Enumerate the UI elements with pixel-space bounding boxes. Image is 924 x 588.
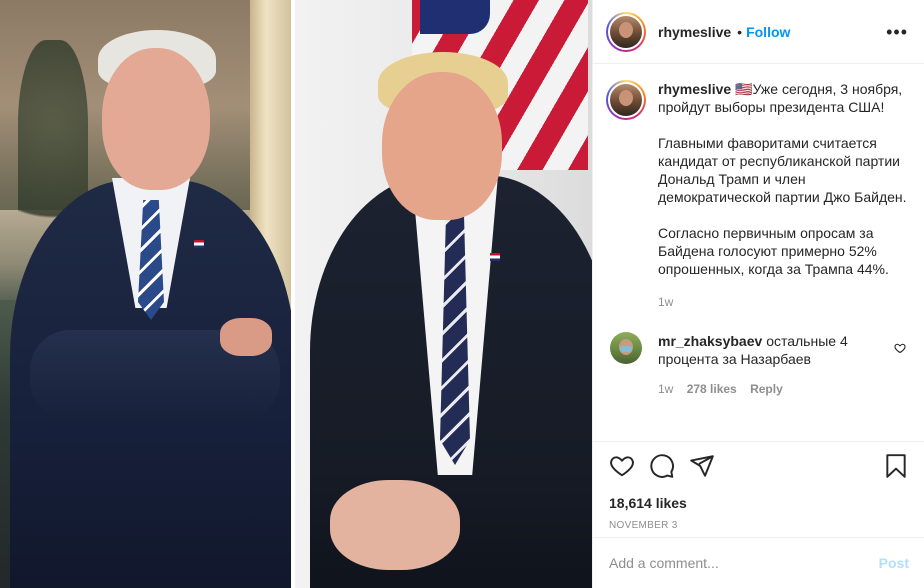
action-icons — [609, 454, 909, 478]
caption-avatar[interactable] — [606, 80, 646, 120]
post-button[interactable]: Post — [879, 555, 909, 571]
flag-pin-icon — [490, 253, 500, 261]
us-flag-canton — [420, 0, 490, 34]
photo-left-panel — [0, 0, 291, 588]
left-person-hand — [220, 318, 272, 356]
commenter-avatar[interactable] — [610, 332, 642, 364]
comment-body: mr_zhaksybaev остальные 4 процента за На… — [658, 332, 888, 398]
author-avatar-image — [608, 13, 644, 50]
comment-time[interactable]: 1w — [658, 382, 673, 396]
follow-button[interactable]: Follow — [746, 24, 790, 40]
author-username[interactable]: rhymeslive — [658, 24, 731, 40]
post-image[interactable] — [0, 0, 592, 588]
comment-icon[interactable] — [649, 453, 675, 479]
add-comment-bar: Post — [593, 537, 924, 588]
caption-avatar-image — [608, 82, 644, 118]
comment-input[interactable] — [609, 555, 879, 571]
right-person-hands — [330, 480, 460, 570]
small-heart-icon[interactable] — [894, 342, 906, 354]
heart-icon[interactable] — [609, 453, 635, 479]
caption-text-3: Согласно первичным опросам за Байдена го… — [658, 225, 889, 277]
left-person-face — [102, 48, 210, 190]
comment-item: mr_zhaksybaev остальные 4 процента за На… — [606, 332, 909, 398]
post-date[interactable]: NOVEMBER 3 — [609, 520, 909, 531]
bookmark-icon[interactable] — [883, 453, 909, 479]
caption-paragraph-1: rhymeslive 🇺🇸Уже сегодня, 3 ноября, прой… — [658, 80, 909, 116]
more-icon[interactable]: ••• — [886, 23, 908, 41]
post-sidebar: rhymeslive • Follow ••• rhymeslive 🇺🇸Уже… — [592, 0, 924, 588]
comment-meta: 1w 278 likes Reply — [658, 380, 888, 398]
right-person-face — [382, 72, 502, 220]
comment-likes[interactable]: 278 likes — [687, 382, 737, 396]
comments-section[interactable]: rhymeslive 🇺🇸Уже сегодня, 3 ноября, прой… — [593, 64, 924, 441]
caption: rhymeslive 🇺🇸Уже сегодня, 3 ноября, прой… — [606, 80, 909, 311]
post-header: rhymeslive • Follow ••• — [593, 0, 924, 64]
separator-dot: • — [737, 23, 743, 40]
caption-text-2: Главными фаворитами считается кандидат о… — [658, 135, 907, 205]
commenter-username[interactable]: mr_zhaksybaev — [658, 333, 762, 349]
reply-button[interactable]: Reply — [750, 382, 783, 396]
caption-time[interactable]: 1w — [658, 293, 909, 311]
caption-body: rhymeslive 🇺🇸Уже сегодня, 3 ноября, прой… — [658, 80, 909, 311]
share-icon[interactable] — [689, 453, 715, 479]
flag-pin-icon — [194, 240, 204, 248]
likes-count[interactable]: 18,614 likes — [609, 495, 909, 511]
caption-username[interactable]: rhymeslive — [658, 81, 731, 97]
author-avatar[interactable] — [606, 11, 646, 52]
post-actions: 18,614 likes NOVEMBER 3 — [593, 441, 924, 531]
